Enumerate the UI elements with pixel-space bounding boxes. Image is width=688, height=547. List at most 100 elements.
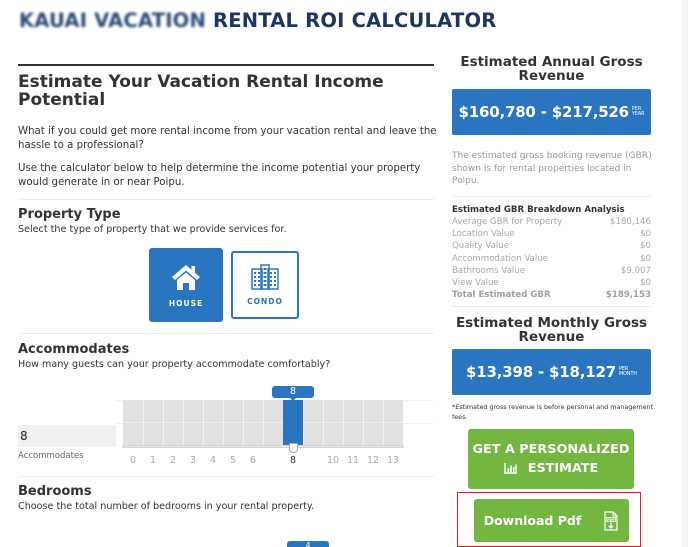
breakdown-row: Quality Value $0 bbox=[452, 240, 651, 252]
slider-column-divider bbox=[263, 400, 264, 446]
section-divider bbox=[18, 199, 434, 200]
bedrooms-title: Bedrooms bbox=[18, 484, 92, 499]
intro-paragraph-1: What if you could get more rental income… bbox=[18, 126, 437, 151]
annual-revenue-amount: $160,780 - $217,526 bbox=[458, 103, 630, 121]
pdf-download-icon: PDF bbox=[604, 510, 618, 531]
slider-tick-label: 0 bbox=[129, 455, 137, 466]
slider-tick-label: 3 bbox=[189, 455, 197, 466]
breakdown-row-label: Location Value bbox=[452, 229, 515, 240]
breakdown-heading: Estimated GBR Breakdown Analysis bbox=[452, 205, 625, 215]
property-type-house-button[interactable]: HOUSE bbox=[149, 248, 223, 322]
building-icon bbox=[251, 264, 279, 290]
breakdown-row: Bathrooms Value $9,007 bbox=[452, 265, 651, 277]
breakdown-row-label: Accommodation Value bbox=[452, 253, 548, 264]
accommodates-input[interactable]: 8 bbox=[18, 425, 116, 447]
page-scroll-edge bbox=[682, 0, 688, 547]
property-type-title: Property Type bbox=[18, 207, 121, 222]
breakdown-row-value: $0 bbox=[640, 229, 651, 240]
slider-track[interactable] bbox=[122, 445, 404, 448]
page-title-blurred: KAUAI VACATION bbox=[19, 9, 206, 32]
slider-tick-label: 6 bbox=[249, 455, 257, 466]
property-type-condo-button[interactable]: CONDO bbox=[231, 251, 299, 319]
slider-tick-label: 11 bbox=[346, 455, 360, 466]
accommodates-input-label: Accommodates bbox=[18, 451, 84, 461]
breakdown-row-label: View Value bbox=[452, 278, 499, 289]
house-icon bbox=[172, 265, 200, 290]
slider-column-divider bbox=[303, 400, 304, 446]
gbr-breakdown: Estimated GBR Breakdown Analysis Average… bbox=[452, 204, 651, 301]
slider-midline bbox=[123, 422, 403, 423]
accommodates-title: Accommodates bbox=[18, 342, 130, 357]
bar-chart-icon bbox=[504, 463, 517, 474]
breakdown-row-label: Quality Value bbox=[452, 241, 510, 252]
slider-tick-label: 10 bbox=[326, 455, 340, 466]
section-divider bbox=[18, 333, 434, 334]
estimate-button-line-2: ESTIMATE bbox=[527, 461, 599, 476]
breakdown-row-label: Average GBR for Property bbox=[452, 217, 563, 227]
section-divider bbox=[18, 476, 434, 477]
breakdown-row-value: $180,146 bbox=[609, 217, 651, 227]
heading-divider bbox=[18, 64, 434, 66]
monthly-revenue-note: *Estimated gross revenue is before perso… bbox=[452, 403, 654, 421]
annual-revenue-box: $160,780 - $217,526 PER YEAR bbox=[452, 89, 651, 135]
get-personalized-estimate-button[interactable]: GET A PERSONALIZED ESTIMATE bbox=[468, 429, 634, 489]
right-divider bbox=[452, 306, 651, 307]
period-line-2: MONTH bbox=[618, 372, 637, 377]
property-type-subtitle: Select the type of property that we prov… bbox=[18, 224, 287, 235]
download-pdf-button[interactable]: Download Pdf PDF bbox=[474, 499, 629, 542]
slider-tick-label: 13 bbox=[386, 455, 400, 466]
annual-revenue-period: PER YEAR bbox=[632, 107, 645, 117]
slider-tick-label: 5 bbox=[229, 455, 237, 466]
slider-tick-label: 4 bbox=[209, 455, 217, 466]
slider-handle[interactable] bbox=[288, 443, 298, 453]
breakdown-row-value: $0 bbox=[640, 278, 651, 289]
house-label: HOUSE bbox=[168, 299, 204, 308]
slider-column-divider bbox=[243, 400, 244, 446]
intro-heading: Estimate Your Vacation Rental Income Pot… bbox=[18, 72, 384, 110]
bedrooms-slider-bubble: 4 bbox=[287, 541, 329, 547]
intro-paragraph-2: Use the calculator below to help determi… bbox=[18, 163, 421, 188]
period-line-2: YEAR bbox=[631, 112, 645, 117]
slider-tick-label: 8 bbox=[289, 455, 297, 466]
slider-column-divider bbox=[383, 400, 384, 446]
breakdown-row: View Value $0 bbox=[452, 277, 651, 289]
breakdown-row-value: $0 bbox=[640, 241, 651, 252]
slider-tick-label: 12 bbox=[366, 455, 380, 466]
breakdown-row-value: $9,007 bbox=[620, 265, 651, 276]
monthly-revenue-heading: Estimated Monthly Gross Revenue bbox=[455, 315, 648, 345]
slider-column-divider bbox=[223, 400, 224, 446]
slider-column-divider bbox=[183, 400, 184, 446]
estimate-button-line-2-wrap: ESTIMATE bbox=[504, 459, 599, 478]
page-title: KAUAI VACATION RENTAL ROI CALCULATOR bbox=[19, 9, 496, 32]
breakdown-row: Accommodation Value $0 bbox=[452, 253, 651, 265]
annual-revenue-heading: Estimated Annual Gross Revenue bbox=[460, 54, 643, 84]
slider-column-divider bbox=[343, 400, 344, 446]
slider-tick-label: 2 bbox=[169, 455, 177, 466]
breakdown-total-value: $189,153 bbox=[605, 290, 651, 301]
slider-column-divider bbox=[203, 400, 204, 446]
slider-column-divider bbox=[143, 400, 144, 446]
estimate-button-line-1: GET A PERSONALIZED bbox=[472, 442, 630, 457]
condo-label: CONDO bbox=[247, 297, 283, 306]
breakdown-row-value: $0 bbox=[640, 253, 651, 264]
page-title-main: RENTAL ROI CALCULATOR bbox=[212, 9, 497, 32]
breakdown-row-label: Bathrooms Value bbox=[452, 265, 526, 276]
slider-tick-label: 1 bbox=[149, 455, 157, 466]
slider-value-bubble: 8 bbox=[272, 386, 314, 401]
accommodates-slider[interactable]: 8 0 1 2 3 4 5 6 8 10 11 12 13 bbox=[120, 385, 406, 470]
svg-text:PDF: PDF bbox=[607, 517, 615, 521]
breakdown-row: Average GBR for Property $180,146 bbox=[452, 216, 651, 228]
annual-revenue-note: The estimated gross booking revenue (GBR… bbox=[452, 151, 652, 186]
right-divider bbox=[452, 196, 651, 197]
monthly-revenue-amount: $13,398 - $18,127 bbox=[466, 363, 616, 381]
breakdown-row: Location Value $0 bbox=[452, 228, 651, 240]
slider-column-divider bbox=[363, 400, 364, 446]
breakdown-total-row: Total Estimated GBR $189,153 bbox=[452, 289, 651, 301]
bedrooms-subtitle: Choose the total number of bedrooms in y… bbox=[18, 501, 315, 512]
breakdown-total-label: Total Estimated GBR bbox=[452, 290, 551, 301]
monthly-revenue-period: PER MONTH bbox=[619, 367, 637, 377]
monthly-revenue-box: $13,398 - $18,127 PER MONTH bbox=[452, 349, 651, 395]
accommodates-subtitle: How many guests can your property accomm… bbox=[18, 359, 331, 370]
slider-selected-bar bbox=[283, 400, 303, 446]
slider-column-divider bbox=[323, 400, 324, 446]
